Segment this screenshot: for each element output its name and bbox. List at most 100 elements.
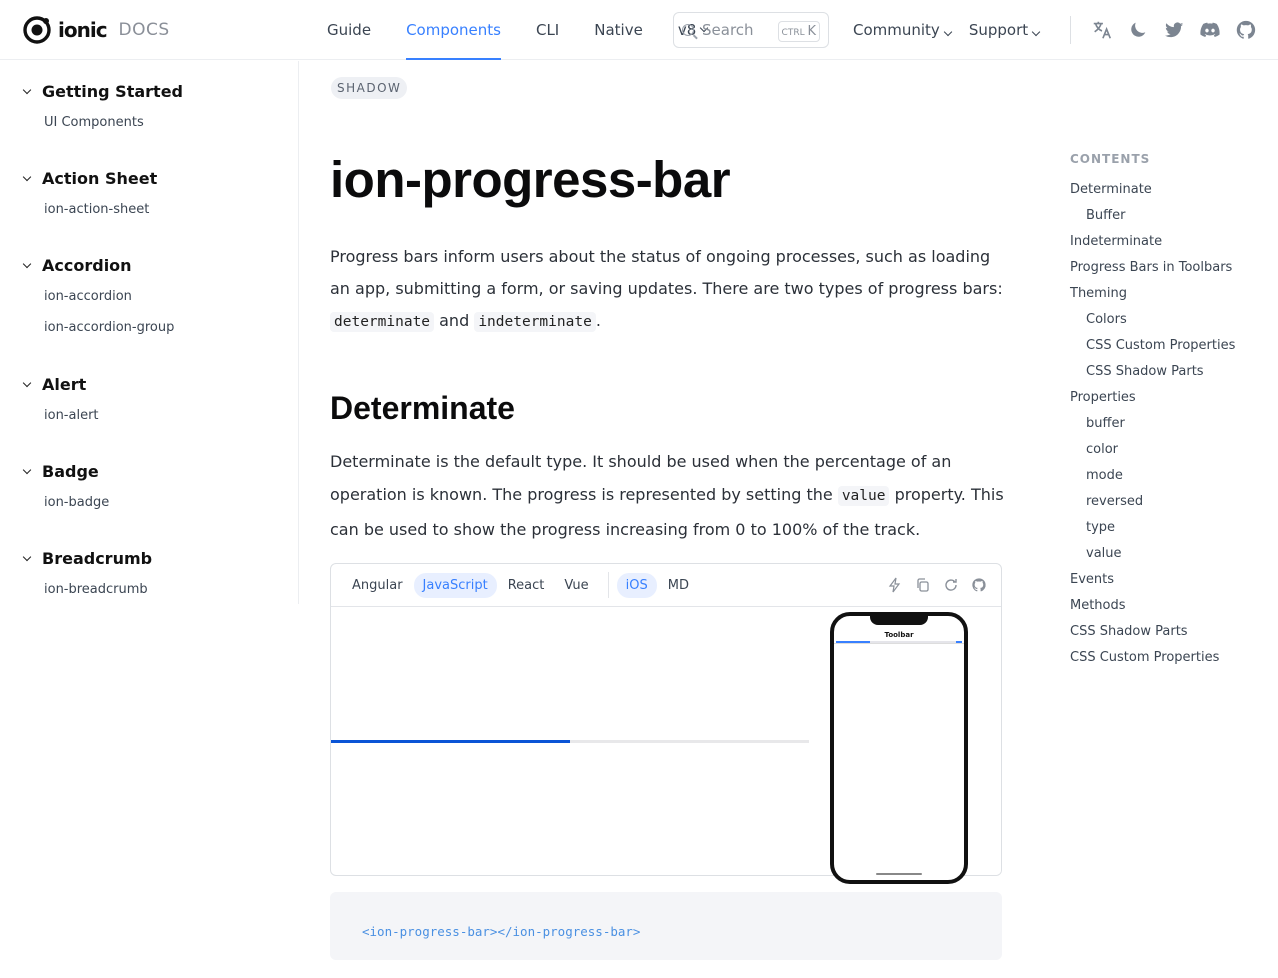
toc-item[interactable]: Determinate [1070,181,1235,207]
nav-support-dropdown[interactable]: Support [969,21,1041,39]
toc-item[interactable]: CSS Custom Properties [1070,337,1235,363]
nav-divider [1070,16,1071,44]
chevron-down-icon [22,172,32,181]
sidebar-group-title: Accordion [42,256,132,275]
page-title: ion-progress-bar [330,151,731,208]
phone-notch [870,616,928,625]
sidebar-group-title: Badge [42,462,99,481]
sidebar-link[interactable]: ion-badge [44,495,109,510]
toc-item[interactable]: Theming [1070,285,1235,311]
toc-item[interactable]: buffer [1070,415,1235,441]
nav-community-dropdown[interactable]: Community [853,21,953,39]
toc-item[interactable]: Events [1070,571,1235,597]
toc-item[interactable]: Methods [1070,597,1235,623]
demo-actions [887,577,987,593]
sidebar-group-toggle[interactable]: Badge [22,462,109,481]
sidebar-group-toggle[interactable]: Alert [22,375,99,394]
framework-tab-javascript[interactable]: JavaScript [413,572,497,598]
toc-item[interactable]: color [1070,441,1235,467]
intro-text: Progress bars inform users about the sta… [330,247,1003,298]
sidebar-group-alert: Alert ion-alert [22,375,99,423]
search-icon [682,24,694,36]
nav-native[interactable]: Native [594,0,643,60]
toc-heading: CONTENTS [1070,152,1151,166]
sidebar-group-toggle[interactable]: Getting Started [22,82,183,101]
sidebar-link[interactable]: ion-alert [44,408,99,423]
search-input[interactable]: Search CTRL K [673,12,829,48]
sidebar-link[interactable]: ion-accordion [44,289,174,304]
demo-progress-bar [331,740,809,743]
toc-item[interactable]: Properties [1070,389,1235,415]
github-icon[interactable] [1235,19,1257,41]
table-of-contents: CONTENTS Determinate Buffer Indeterminate P… [1070,152,1235,675]
ionic-logo[interactable]: ionic DOCS [22,14,170,46]
chevron-down-icon [22,465,32,474]
toc-item[interactable]: CSS Custom Properties [1070,649,1235,675]
chevron-down-icon [1031,27,1041,37]
moon-icon[interactable] [1127,19,1149,41]
twitter-icon[interactable] [1163,19,1185,41]
progress-bar-fill [331,740,570,743]
chevron-down-icon [22,85,32,94]
phone-preview: Toolbar [830,612,968,884]
refresh-icon[interactable] [943,577,959,593]
toc-item[interactable]: mode [1070,467,1235,493]
shortcut-key: K [807,24,816,39]
lightning-icon[interactable] [887,577,903,593]
nav-cli[interactable]: CLI [536,0,559,60]
sidebar-link[interactable]: ion-action-sheet [44,202,157,217]
toc-item[interactable]: type [1070,519,1235,545]
search-shortcut: CTRL K [777,21,820,42]
demo-toolbar: Angular JavaScript React Vue iOS MD [331,564,1001,607]
section-heading-determinate: Determinate [330,390,515,426]
toc-item[interactable]: Buffer [1070,207,1235,233]
toc-item[interactable]: value [1070,545,1235,571]
sidebar-group-getting-started: Getting Started UI Components [22,82,183,130]
toc-item[interactable]: Colors [1070,311,1235,337]
toc-list: Determinate Buffer Indeterminate Progress B… [1070,181,1235,675]
chevron-down-icon [22,259,32,268]
top-navbar: ionic DOCS Guide Components CLI Native v… [0,0,1278,60]
community-label: Community [853,21,940,39]
toc-item[interactable]: reversed [1070,493,1235,519]
secondary-nav: Community Support [853,0,1057,60]
inline-code: indeterminate [474,312,596,332]
github-icon[interactable] [971,577,987,593]
header-icons [1091,19,1257,41]
intro-text: and [434,311,475,330]
copy-icon[interactable] [915,577,931,593]
toc-item[interactable]: CSS Shadow Parts [1070,363,1235,389]
search-placeholder: Search [702,21,754,39]
framework-tab-vue[interactable]: Vue [555,573,597,598]
discord-icon[interactable] [1199,19,1221,41]
sidebar-link[interactable]: UI Components [44,115,183,130]
sidebar-group-toggle[interactable]: Action Sheet [22,169,157,188]
sidebar-link[interactable]: ion-breadcrumb [44,582,152,597]
nav-guide[interactable]: Guide [327,0,371,60]
toc-item[interactable]: Indeterminate [1070,233,1235,259]
sidebar-link[interactable]: ion-accordion-group [44,320,174,335]
determinate-paragraph: Determinate is the default type. It shou… [330,445,1010,546]
shadow-badge: SHADOW [331,77,408,99]
code-snippet: <ion-progress-bar></ion-progress-bar> [362,924,641,939]
mode-tab-md[interactable]: MD [659,573,698,598]
sidebar-group-title: Getting Started [42,82,183,101]
intro-paragraph: Progress bars inform users about the sta… [330,241,1010,338]
mode-tab-ios[interactable]: iOS [616,572,657,598]
framework-tab-react[interactable]: React [499,573,554,598]
toc-item[interactable]: CSS Shadow Parts [1070,623,1235,649]
brand-name: ionic [58,18,108,42]
translate-icon[interactable] [1091,19,1113,41]
sidebar-group-badge: Badge ion-badge [22,462,109,510]
phone-progress-buffer [956,641,962,643]
framework-tab-angular[interactable]: Angular [343,573,412,598]
toc-item[interactable]: Progress Bars in Toolbars [1070,259,1235,285]
sidebar-group-toggle[interactable]: Accordion [22,256,174,275]
docs-label: DOCS [118,20,170,40]
ionic-logo-icon [23,16,51,44]
chevron-down-icon [943,27,953,37]
sidebar-group-toggle[interactable]: Breadcrumb [22,549,152,568]
sidebar-group-title: Breadcrumb [42,549,153,568]
nav-components[interactable]: Components [406,0,501,60]
phone-progress-fill [836,641,870,643]
